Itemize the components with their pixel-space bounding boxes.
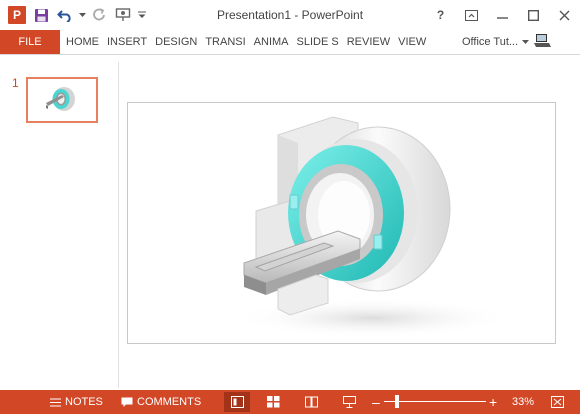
tab-view[interactable]: VIEW (394, 30, 430, 54)
ribbon-display-options-icon[interactable] (456, 2, 487, 28)
slide-editing-area (119, 62, 580, 388)
title-bar: P Presentation1 - PowerPoint ? (0, 0, 580, 30)
tab-transitions[interactable]: TRANSI (201, 30, 249, 54)
slide-thumbnail[interactable] (26, 77, 98, 123)
status-bar: NOTES COMMENTS – + 33% (0, 390, 580, 414)
minimize-icon[interactable] (487, 2, 518, 28)
close-icon[interactable] (549, 2, 580, 28)
slide-number: 1 (12, 76, 19, 90)
notes-icon (50, 398, 61, 406)
reading-view-icon[interactable] (298, 392, 324, 412)
comments-button[interactable]: COMMENTS (121, 390, 201, 414)
tab-insert[interactable]: INSERT (103, 30, 151, 54)
help-button[interactable]: ? (425, 2, 456, 28)
fit-slide-to-window-icon[interactable] (544, 392, 570, 412)
account-picture-icon (533, 33, 552, 52)
tab-review[interactable]: REVIEW (343, 30, 394, 54)
current-slide[interactable] (127, 102, 556, 344)
zoom-in-button[interactable]: + (489, 390, 497, 414)
account-area[interactable]: Office Tut... (462, 30, 552, 54)
tab-home[interactable]: HOME (62, 30, 103, 54)
slide-sorter-icon[interactable] (260, 392, 286, 412)
notes-label: NOTES (65, 396, 103, 408)
slide-thumbnail-pane: 1 (0, 62, 119, 388)
ribbon-tab-bar: FILE HOME INSERT DESIGN TRANSI ANIMA SLI… (0, 30, 580, 55)
zoom-slider[interactable] (384, 401, 486, 402)
notes-button[interactable]: NOTES (50, 390, 103, 414)
normal-view-icon[interactable] (224, 392, 250, 412)
window-controls: ? (425, 2, 580, 28)
comments-icon (121, 397, 133, 407)
tab-slide-show[interactable]: SLIDE S (293, 30, 343, 54)
zoom-slider-thumb[interactable] (395, 395, 400, 408)
slide-show-icon[interactable] (336, 392, 362, 412)
mri-scanner-image[interactable] (128, 103, 555, 343)
tab-file[interactable]: FILE (0, 30, 60, 54)
ribbon-tabs: HOME INSERT DESIGN TRANSI ANIMA SLIDE S … (62, 30, 430, 54)
account-dropdown-icon[interactable] (522, 36, 530, 48)
tab-design[interactable]: DESIGN (151, 30, 201, 54)
comments-label: COMMENTS (137, 396, 202, 408)
mri-scanner-thumbnail-image (46, 87, 75, 111)
tab-animations[interactable]: ANIMA (250, 30, 293, 54)
zoom-out-button[interactable]: – (372, 390, 380, 414)
maximize-icon[interactable] (518, 2, 549, 28)
zoom-level[interactable]: 33% (512, 390, 534, 414)
account-name: Office Tut... (462, 36, 519, 48)
